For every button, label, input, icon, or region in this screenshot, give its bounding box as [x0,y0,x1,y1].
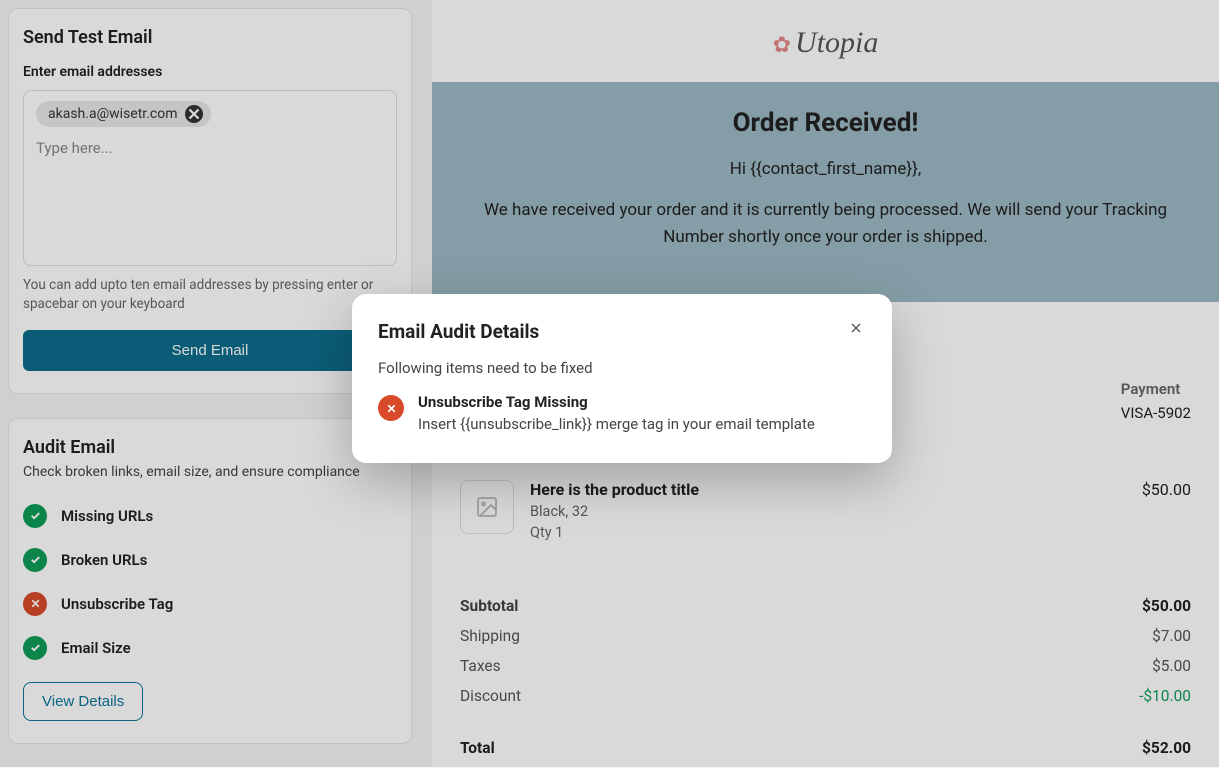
modal-description: Following items need to be fixed [378,359,866,377]
audit-details-modal: Email Audit Details Following items need… [352,294,892,463]
modal-issue: Unsubscribe Tag Missing Insert {{unsubsc… [378,393,866,433]
issue-title: Unsubscribe Tag Missing [418,393,815,411]
modal-title: Email Audit Details [378,320,866,343]
close-icon[interactable] [842,314,870,342]
issue-description: Insert {{unsubscribe_link}} merge tag in… [418,415,815,433]
error-icon [378,395,404,421]
